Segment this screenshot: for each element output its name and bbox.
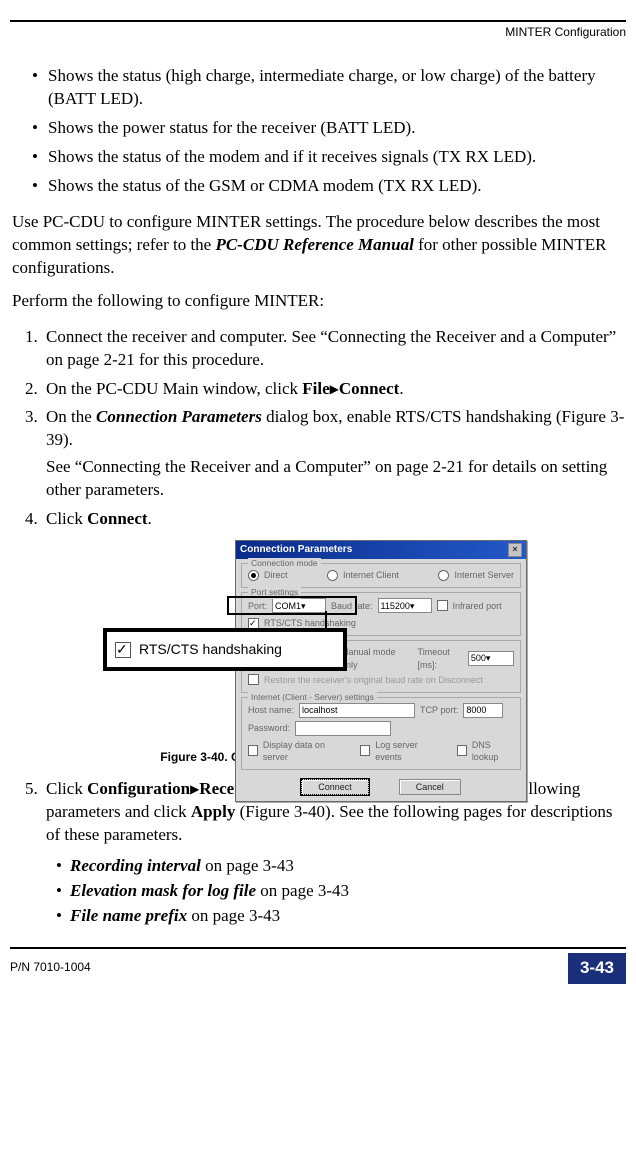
bullet-item: Shows the status of the GSM or CDMA mode… bbox=[32, 172, 626, 201]
step-2: On the PC-CDU Main window, click File▶Co… bbox=[42, 375, 626, 404]
group-label: Connection mode bbox=[248, 558, 321, 569]
step-text: Connect the receiver and computer. See “… bbox=[46, 327, 616, 369]
param-name: Elevation mask for log file bbox=[70, 881, 256, 900]
menu-name: Configuration bbox=[87, 779, 190, 798]
step-3: On the Connection Parameters dialog box,… bbox=[42, 403, 626, 505]
bullet-text: Shows the power status for the receiver … bbox=[48, 117, 415, 140]
dns-checkbox[interactable] bbox=[457, 745, 467, 756]
dialog-titlebar: Connection Parameters × bbox=[236, 541, 526, 559]
baud-value: 115200 bbox=[381, 600, 410, 612]
password-field[interactable] bbox=[295, 721, 391, 736]
feature-bullets: Shows the status (high charge, intermedi… bbox=[10, 62, 626, 201]
radio-label: Internet Client bbox=[343, 569, 399, 581]
dialog-buttons: Connect Cancel bbox=[236, 774, 526, 801]
dns-label: DNS lookup bbox=[472, 739, 514, 763]
display-data-checkbox[interactable] bbox=[248, 745, 258, 756]
tcp-value: 8000 bbox=[466, 704, 486, 716]
radio-label: Internet Server bbox=[454, 569, 514, 581]
close-icon[interactable]: × bbox=[508, 543, 522, 557]
page-footer: P/N 7010-1004 3-43 bbox=[10, 947, 626, 984]
bullet-text: Shows the status (high charge, intermedi… bbox=[48, 65, 626, 111]
bullet-item: Shows the status (high charge, intermedi… bbox=[32, 62, 626, 114]
triangle-icon: ▶ bbox=[330, 382, 339, 396]
password-label: Password: bbox=[248, 722, 290, 734]
list-item: Elevation mask for log file on page 3-43 bbox=[56, 879, 626, 904]
button-name: Apply bbox=[191, 802, 235, 821]
page-number: 3-43 bbox=[568, 953, 626, 984]
baud-dropdown[interactable]: 115200 ▾ bbox=[378, 598, 432, 613]
step-text: On the bbox=[46, 407, 96, 426]
radio-internet-client[interactable] bbox=[327, 570, 338, 581]
list-item: Recording interval on page 3-43 bbox=[56, 854, 626, 879]
restore-label: Restore the receiver's original baud rat… bbox=[264, 674, 483, 686]
port-dropdown[interactable]: COM1 ▾ bbox=[272, 598, 326, 613]
radio-direct[interactable] bbox=[248, 570, 259, 581]
triangle-icon: ▶ bbox=[190, 782, 199, 796]
step-text: Click bbox=[46, 509, 87, 528]
tcp-label: TCP port: bbox=[420, 704, 458, 716]
intro-paragraph: Use PC-CDU to configure MINTER settings.… bbox=[10, 211, 626, 280]
step-3-detail: See “Connecting the Receiver and a Compu… bbox=[46, 456, 626, 502]
list-item: File name prefix on page 3-43 bbox=[56, 904, 626, 929]
page-ref: on page 3-43 bbox=[256, 881, 349, 900]
reference-title: PC-CDU Reference Manual bbox=[215, 235, 413, 254]
parameter-list: Recording interval on page 3-43 Elevatio… bbox=[10, 854, 626, 929]
infrared-checkbox[interactable] bbox=[437, 600, 448, 611]
log-events-checkbox[interactable] bbox=[360, 745, 370, 756]
section-title: MINTER Configuration bbox=[505, 24, 626, 40]
bullet-text: Shows the status of the GSM or CDMA mode… bbox=[48, 175, 481, 198]
cancel-button[interactable]: Cancel bbox=[399, 779, 461, 795]
callout-text: RTS/CTS handshaking bbox=[139, 640, 282, 659]
display-data-label: Display data on server bbox=[263, 739, 342, 763]
connect-button[interactable]: Connect bbox=[301, 779, 369, 795]
radio-internet-server[interactable] bbox=[438, 570, 449, 581]
bullet-item: Shows the power status for the receiver … bbox=[32, 114, 626, 143]
internet-settings-group: Internet (Client - Server) settings Host… bbox=[241, 697, 521, 770]
page-ref: on page 3-43 bbox=[187, 906, 280, 925]
infrared-label: Infrared port bbox=[453, 600, 502, 612]
callout-box: RTS/CTS handshaking bbox=[103, 628, 347, 671]
page-ref: on page 3-43 bbox=[201, 856, 294, 875]
callout-checkbox-icon bbox=[115, 642, 131, 658]
timeout-value: 500 bbox=[471, 652, 486, 664]
baud-label: Baud rate: bbox=[331, 600, 373, 612]
bullet-text: Shows the status of the modem and if it … bbox=[48, 146, 536, 169]
button-name: Connect bbox=[87, 509, 147, 528]
timeout-label: Timeout [ms]: bbox=[418, 646, 463, 670]
group-label: Port settings bbox=[248, 587, 301, 598]
figure-connection-parameters: Connection Parameters × Connection mode … bbox=[103, 540, 533, 745]
part-number: P/N 7010-1004 bbox=[10, 953, 91, 975]
menu-name: File bbox=[302, 379, 329, 398]
param-name: Recording interval bbox=[70, 856, 201, 875]
radio-label: Direct bbox=[264, 569, 288, 581]
host-field[interactable]: localhost bbox=[299, 703, 415, 718]
port-value: COM1 bbox=[275, 600, 301, 612]
step-text: On the PC-CDU Main window, click bbox=[46, 379, 302, 398]
step-4: Click Connect. bbox=[42, 505, 626, 534]
tcp-field[interactable]: 8000 bbox=[463, 703, 503, 718]
procedure-steps: Connect the receiver and computer. See “… bbox=[10, 323, 626, 535]
timeout-dropdown[interactable]: 500 ▾ bbox=[468, 651, 514, 666]
dialog-title: Connection Parameters bbox=[240, 543, 352, 557]
section-header: MINTER Configuration bbox=[10, 20, 626, 40]
menu-item: Connect bbox=[339, 379, 399, 398]
step-text: . bbox=[148, 509, 152, 528]
host-value: localhost bbox=[302, 704, 338, 716]
step-text: Click bbox=[46, 779, 87, 798]
restore-checkbox[interactable] bbox=[248, 674, 259, 685]
manual-label: Manual mode only bbox=[341, 646, 403, 670]
dialog-name: Connection Parameters bbox=[96, 407, 262, 426]
procedure-intro: Perform the following to configure MINTE… bbox=[10, 290, 626, 313]
group-label: Internet (Client - Server) settings bbox=[248, 692, 377, 703]
param-name: File name prefix bbox=[70, 906, 187, 925]
step-text: . bbox=[399, 379, 403, 398]
connection-mode-group: Connection mode Direct Internet Client I… bbox=[241, 563, 521, 588]
step-1: Connect the receiver and computer. See “… bbox=[42, 323, 626, 375]
port-label: Port: bbox=[248, 600, 267, 612]
host-label: Host name: bbox=[248, 704, 294, 716]
connection-parameters-dialog: Connection Parameters × Connection mode … bbox=[235, 540, 527, 802]
log-events-label: Log server events bbox=[375, 739, 438, 763]
bullet-item: Shows the status of the modem and if it … bbox=[32, 143, 626, 172]
